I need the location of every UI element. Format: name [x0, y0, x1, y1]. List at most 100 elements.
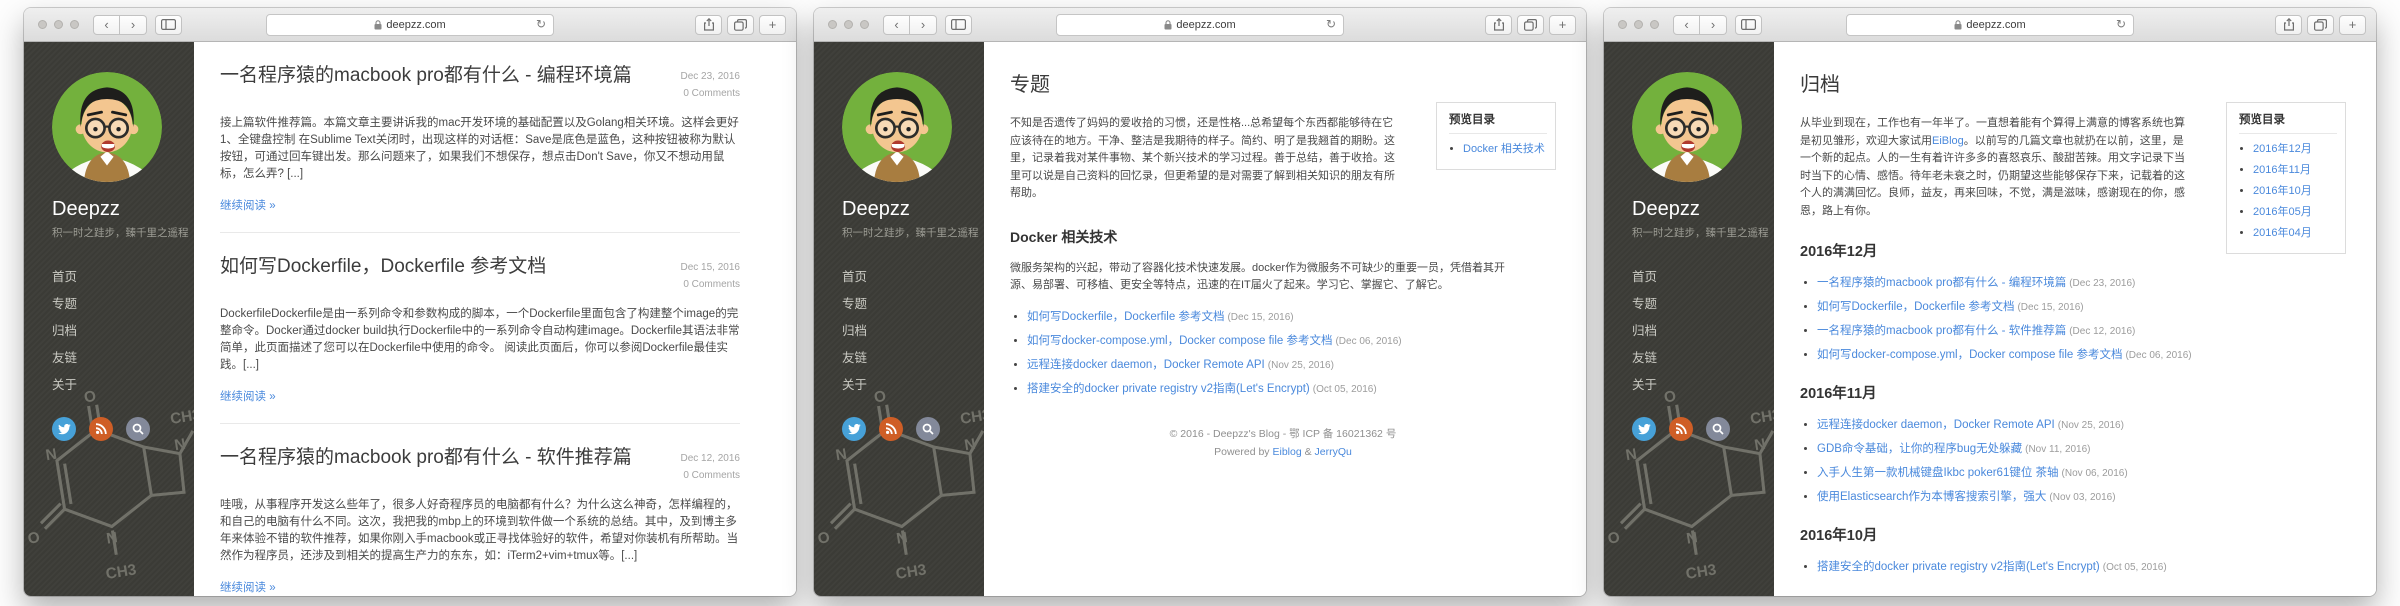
- rss-icon[interactable]: [1669, 417, 1693, 441]
- share-button[interactable]: [2275, 15, 2302, 35]
- share-button[interactable]: [1485, 15, 1512, 35]
- svg-text:CH3: CH3: [105, 561, 138, 583]
- refresh-icon[interactable]: ↻: [1326, 17, 1336, 31]
- archive-post-link[interactable]: 远程连接docker daemon，Docker Remote API: [1817, 419, 2055, 431]
- sidebar-toggle-button[interactable]: [1735, 15, 1762, 35]
- sidebar-item-archive[interactable]: 归档: [842, 320, 984, 339]
- lock-icon: [1954, 20, 1962, 30]
- tab-overview-button[interactable]: [1517, 15, 1544, 35]
- rss-icon[interactable]: [879, 417, 903, 441]
- tab-overview-button[interactable]: [727, 15, 754, 35]
- twitter-icon[interactable]: [52, 417, 76, 441]
- address-bar[interactable]: deepzz.com ↻: [266, 14, 554, 36]
- archive-post-link[interactable]: 如何写docker-compose.yml，Docker compose fil…: [1817, 349, 2122, 361]
- toc-link-month[interactable]: 2016年11月: [2253, 164, 2311, 176]
- sidebar-item-about[interactable]: 关于: [1632, 374, 1774, 393]
- archive-post-link[interactable]: 入手人生第一款机械键盘Ikbc poker61键位 茶轴: [1817, 467, 2059, 479]
- avatar[interactable]: [842, 72, 952, 182]
- search-icon[interactable]: [1706, 417, 1730, 441]
- zoom-window-button[interactable]: [860, 20, 869, 29]
- sidebar-item-links[interactable]: 友链: [842, 347, 984, 366]
- read-more-link[interactable]: 继续阅读 »: [220, 197, 276, 213]
- share-button[interactable]: [695, 15, 722, 35]
- topic-post-link[interactable]: 如何写docker-compose.yml，Docker compose fil…: [1027, 335, 1332, 347]
- topic-post-link[interactable]: 搭建安全的docker private registry v2指南(Let's …: [1027, 383, 1310, 395]
- post-title[interactable]: 如何写Dockerfile，Dockerfile 参考文档: [220, 255, 546, 279]
- toc-title: 预览目录: [1449, 111, 1547, 134]
- svg-text:H3C: H3C: [814, 431, 816, 463]
- sidebar-item-archive[interactable]: 归档: [1632, 320, 1774, 339]
- post-comments[interactable]: 0 Comments: [681, 276, 741, 293]
- new-tab-button[interactable]: +: [759, 15, 786, 35]
- toc-link-month[interactable]: 2016年12月: [2253, 143, 2312, 155]
- minimize-window-button[interactable]: [1634, 20, 1643, 29]
- forward-button[interactable]: ›: [1700, 15, 1727, 35]
- post-comments[interactable]: 0 Comments: [681, 467, 741, 484]
- forward-button[interactable]: ›: [120, 15, 147, 35]
- archive-post-link[interactable]: 一名程序猿的macbook pro都有什么 - 软件推荐篇: [1817, 325, 2066, 337]
- jerryqu-link[interactable]: JerryQu: [1315, 446, 1352, 458]
- sidebar-item-about[interactable]: 关于: [842, 374, 984, 393]
- post-title[interactable]: 一名程序猿的macbook pro都有什么 - 编程环境篇: [220, 64, 632, 88]
- rss-icon[interactable]: [89, 417, 113, 441]
- sidebar-item-about[interactable]: 关于: [52, 374, 194, 393]
- url-text: deepzz.com: [1966, 19, 2025, 31]
- toc-link-docker[interactable]: Docker 相关技术: [1463, 143, 1545, 155]
- sidebar-item-topics[interactable]: 专题: [842, 293, 984, 312]
- read-more-link[interactable]: 继续阅读 »: [220, 388, 276, 404]
- zoom-window-button[interactable]: [70, 20, 79, 29]
- sidebar-item-home[interactable]: 首页: [842, 266, 984, 285]
- sidebar-item-topics[interactable]: 专题: [1632, 293, 1774, 312]
- search-icon[interactable]: [126, 417, 150, 441]
- back-button[interactable]: ‹: [883, 15, 910, 35]
- share-icon: [1493, 18, 1505, 31]
- archive-post-link[interactable]: 如何写Dockerfile，Dockerfile 参考文档: [1817, 301, 2014, 313]
- topic-post-link[interactable]: 如何写Dockerfile，Dockerfile 参考文档: [1027, 311, 1224, 323]
- sidebar-item-home[interactable]: 首页: [1632, 266, 1774, 285]
- minimize-window-button[interactable]: [844, 20, 853, 29]
- caffeine-molecule-watermark: O O N N N H3C CH3 CH3: [1604, 372, 1774, 596]
- magnifier-glyph: [132, 423, 144, 435]
- sidebar-item-archive[interactable]: 归档: [52, 320, 194, 339]
- post-comments[interactable]: 0 Comments: [681, 85, 741, 102]
- archive-post-link[interactable]: 使用Elasticsearch作为本博客搜索引擎，强大: [1817, 491, 2046, 503]
- twitter-icon[interactable]: [842, 417, 866, 441]
- toc-link-month[interactable]: 2016年04月: [2253, 227, 2312, 239]
- eiblog-link[interactable]: EiBlog: [1932, 135, 1964, 147]
- search-icon[interactable]: [916, 417, 940, 441]
- sidebar-item-links[interactable]: 友链: [52, 347, 194, 366]
- address-bar[interactable]: deepzz.com ↻: [1056, 14, 1344, 36]
- minimize-window-button[interactable]: [54, 20, 63, 29]
- sidebar-item-links[interactable]: 友链: [1632, 347, 1774, 366]
- archive-post-link[interactable]: 一名程序猿的macbook pro都有什么 - 编程环境篇: [1817, 277, 2066, 289]
- tab-overview-button[interactable]: [2307, 15, 2334, 35]
- refresh-icon[interactable]: ↻: [2116, 17, 2126, 31]
- sidebar-item-home[interactable]: 首页: [52, 266, 194, 285]
- back-button[interactable]: ‹: [93, 15, 120, 35]
- twitter-icon[interactable]: [1632, 417, 1656, 441]
- close-window-button[interactable]: [828, 20, 837, 29]
- sidebar-toggle-button[interactable]: [945, 15, 972, 35]
- avatar[interactable]: [52, 72, 162, 182]
- new-tab-button[interactable]: +: [2339, 15, 2366, 35]
- close-window-button[interactable]: [38, 20, 47, 29]
- toc-link-month[interactable]: 2016年05月: [2253, 206, 2312, 218]
- post-title[interactable]: 一名程序猿的macbook pro都有什么 - 软件推荐篇: [220, 446, 632, 470]
- address-bar[interactable]: deepzz.com ↻: [1846, 14, 2134, 36]
- avatar[interactable]: [1632, 72, 1742, 182]
- refresh-icon[interactable]: ↻: [536, 17, 546, 31]
- sidebar-item-topics[interactable]: 专题: [52, 293, 194, 312]
- archive-post-link[interactable]: 搭建安全的docker private registry v2指南(Let's …: [1817, 561, 2100, 573]
- new-tab-button[interactable]: +: [1549, 15, 1576, 35]
- social-icons: [52, 417, 194, 441]
- archive-post-link[interactable]: GDB命令基础，让你的程序bug无处躲藏: [1817, 443, 2022, 455]
- read-more-link[interactable]: 继续阅读 »: [220, 579, 276, 595]
- forward-button[interactable]: ›: [910, 15, 937, 35]
- zoom-window-button[interactable]: [1650, 20, 1659, 29]
- toc-link-month[interactable]: 2016年10月: [2253, 185, 2312, 197]
- eiblog-link[interactable]: Eiblog: [1272, 446, 1301, 458]
- back-button[interactable]: ‹: [1673, 15, 1700, 35]
- close-window-button[interactable]: [1618, 20, 1627, 29]
- topic-post-link[interactable]: 远程连接docker daemon，Docker Remote API: [1027, 359, 1265, 371]
- sidebar-toggle-button[interactable]: [155, 15, 182, 35]
